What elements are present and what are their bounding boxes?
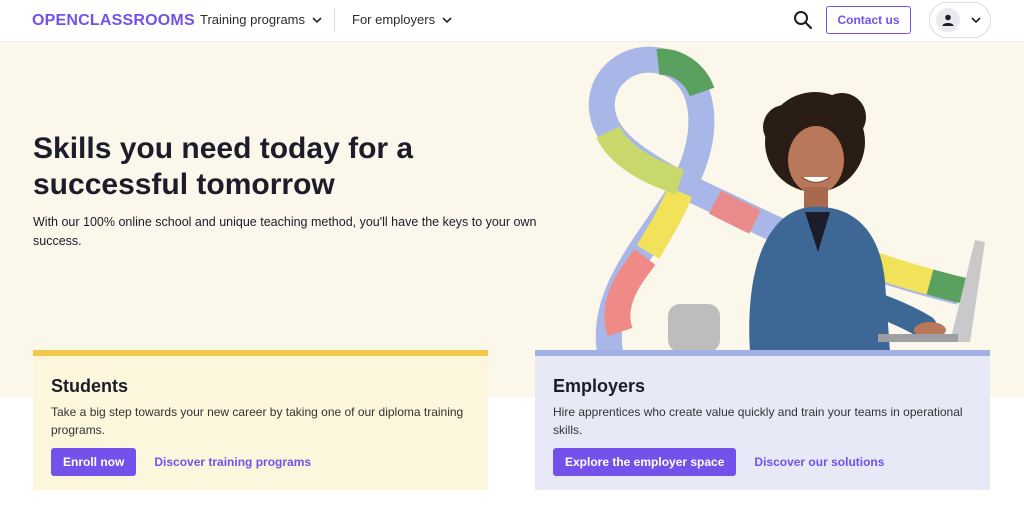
site-header: OPENCLASSROOMS Training programs For emp… bbox=[0, 0, 1024, 42]
account-menu-button[interactable] bbox=[929, 2, 991, 38]
employers-card: Employers Hire apprentices who create va… bbox=[535, 350, 990, 490]
avatar bbox=[936, 8, 960, 32]
user-icon bbox=[942, 14, 954, 26]
students-card-title: Students bbox=[51, 376, 129, 396]
nav-for-employers[interactable]: For employers bbox=[352, 12, 453, 27]
hero-illustration bbox=[588, 46, 985, 352]
employers-card-title: Employers bbox=[553, 376, 646, 396]
nav-divider bbox=[334, 8, 335, 32]
discover-training-programs-link[interactable]: Discover training programs bbox=[154, 455, 311, 469]
discover-our-solutions-link[interactable]: Discover our solutions bbox=[754, 455, 884, 469]
enroll-now-button[interactable]: Enroll now bbox=[51, 448, 137, 476]
students-card: Students Take a big step towards your ne… bbox=[33, 350, 488, 490]
hero-subtitle: With our 100% online school and unique t… bbox=[33, 215, 537, 248]
chevron-down-icon bbox=[971, 17, 981, 24]
nav-training-programs[interactable]: Training programs bbox=[200, 12, 323, 27]
contact-us-button[interactable]: Contact us bbox=[826, 6, 911, 34]
chevron-down-icon bbox=[442, 16, 452, 23]
students-card-text: Take a big step towards your new career … bbox=[51, 405, 464, 437]
nav-for-employers-label: For employers bbox=[352, 12, 436, 27]
employers-card-text: Hire apprentices who create value quickl… bbox=[553, 405, 963, 437]
openclassrooms-logo[interactable]: OPENCLASSROOMS bbox=[32, 12, 195, 30]
search-icon[interactable] bbox=[792, 9, 814, 31]
employers-card-actions: Explore the employer space Discover our … bbox=[553, 448, 884, 476]
nav-training-programs-label: Training programs bbox=[200, 12, 306, 27]
explore-employer-space-button[interactable]: Explore the employer space bbox=[553, 448, 737, 476]
page-title: Skills you need today for a successful t… bbox=[33, 132, 414, 201]
chevron-down-icon bbox=[312, 16, 322, 23]
students-card-actions: Enroll now Discover training programs bbox=[51, 448, 311, 476]
